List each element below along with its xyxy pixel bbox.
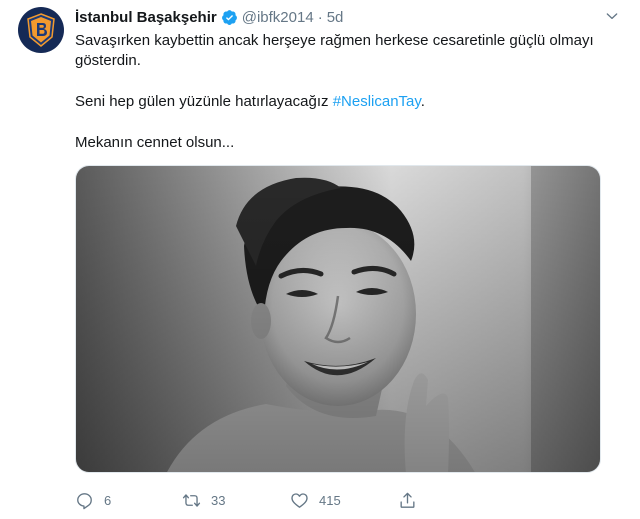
- share-icon: [400, 492, 415, 508]
- tweet-photo[interactable]: [75, 165, 601, 473]
- tweet-text-line: Savaşırken kaybettin ancak herşeye rağme…: [75, 32, 594, 49]
- like-button[interactable]: 415: [290, 491, 341, 510]
- chevron-down-icon[interactable]: [604, 8, 620, 24]
- reply-icon: [77, 492, 92, 509]
- like-icon: [291, 492, 308, 508]
- tweet-text-line: Mekanın cennet olsun...: [75, 134, 235, 151]
- tweet[interactable]: İstanbul Başakşehir @ibfk2014 · 5d Savaş…: [0, 0, 640, 519]
- tweet-header: İstanbul Başakşehir @ibfk2014 · 5d: [75, 7, 620, 27]
- display-name[interactable]: İstanbul Başakşehir: [75, 9, 217, 26]
- club-crest-icon: [27, 13, 55, 47]
- verified-badge-icon: [221, 9, 237, 25]
- retweet-icon: [182, 493, 201, 507]
- like-count: 415: [319, 492, 341, 508]
- share-button[interactable]: [398, 491, 417, 510]
- tweet-actions: 6 33 415: [75, 488, 601, 512]
- reply-count: 6: [104, 492, 112, 508]
- tweet-text: Seni hep gülen yüzünle hatırlayacağız: [75, 93, 333, 110]
- tweet-text-line: Seni hep gülen yüzünle hatırlayacağız #N…: [75, 92, 425, 112]
- separator-dot: ·: [317, 8, 323, 26]
- tweet-time[interactable]: 5d: [327, 9, 344, 26]
- retweet-button[interactable]: 33: [182, 491, 225, 510]
- avatar[interactable]: [18, 7, 64, 53]
- handle[interactable]: @ibfk2014: [242, 9, 314, 26]
- hashtag-link[interactable]: #NeslicanTay: [333, 93, 421, 110]
- tweet-text-line: gösterdin.: [75, 52, 141, 69]
- reply-button[interactable]: 6: [75, 491, 111, 510]
- portrait-image: [76, 166, 600, 472]
- tweet-text: .: [420, 93, 425, 110]
- retweet-count: 33: [211, 492, 226, 508]
